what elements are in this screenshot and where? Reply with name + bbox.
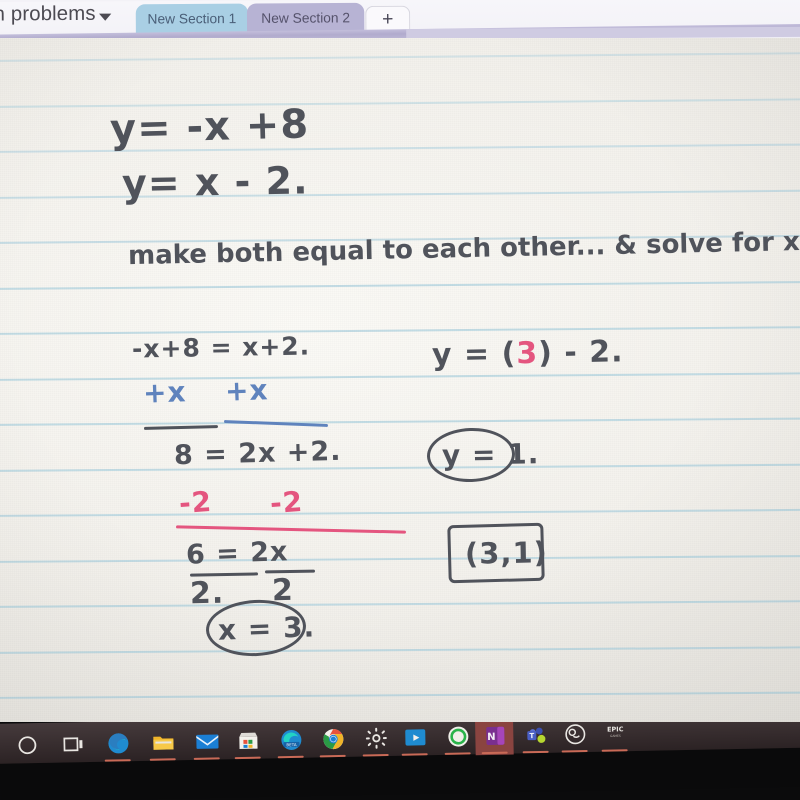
svg-text:T: T — [529, 732, 534, 740]
svg-text:BETA: BETA — [286, 742, 297, 747]
media-player-icon[interactable] — [402, 724, 429, 751]
notebook-page[interactable]: y= -x +8 y= x - 2. make both equal to ea… — [0, 38, 800, 724]
handwriting-instruction: make both equal to each other... & solve… — [127, 226, 800, 272]
screen: th problems New Section 1 New Section 2 … — [0, 0, 800, 800]
settings-gear-icon[interactable] — [363, 725, 390, 752]
handwriting-subtract-line — [175, 525, 407, 534]
substitution-text: y = (3) - 2. — [431, 334, 624, 373]
handwriting-equation-2: y= x - 2. — [121, 158, 309, 206]
handwriting-answer-y: y = 1. — [441, 437, 540, 472]
chrome-inner: th problems New Section 1 New Section 2 … — [0, 0, 800, 40]
microsoft-store-icon[interactable] — [235, 728, 262, 755]
task-view-icon[interactable] — [60, 731, 87, 758]
onenote-icon[interactable]: N — [482, 723, 509, 750]
chevron-down-icon[interactable] — [99, 13, 112, 21]
handwriting-substitution-y: y = (3) - 2. — [432, 334, 624, 372]
file-explorer-icon[interactable] — [150, 729, 177, 756]
edge-beta-icon[interactable]: BETA — [278, 727, 305, 754]
handwriting-step-4-left: -2 — [177, 484, 214, 521]
ruled-line — [0, 645, 800, 654]
ruled-line — [0, 189, 800, 199]
mail-icon[interactable] — [194, 728, 221, 755]
ruled-line — [0, 326, 800, 335]
handwriting-step-2-right: +x — [224, 373, 270, 408]
handwriting-cancel-line-left — [143, 425, 219, 430]
handwriting-step-3: 8 = 2x +2. — [173, 435, 342, 472]
svg-text:N: N — [487, 732, 496, 743]
ruled-line — [0, 463, 800, 472]
handwriting-answer-x: x = 3. — [217, 610, 316, 647]
search-icon[interactable] — [14, 732, 41, 759]
handwriting-equation-1: y= -x +8 — [109, 101, 310, 153]
handwriting-final-point: (3,1) — [464, 535, 549, 571]
ruled-line — [0, 52, 800, 62]
ruled-line — [0, 371, 800, 381]
handwriting-step-2-left: +x — [142, 375, 188, 410]
desktop-area: BETA N T EPIC GAMES — [0, 722, 800, 800]
epic-games-icon[interactable]: EPIC GAMES — [602, 722, 629, 747]
chrome-icon[interactable] — [320, 726, 347, 753]
ruled-line — [0, 600, 800, 608]
ruled-line — [0, 417, 800, 426]
ruled-line — [0, 280, 800, 290]
edge-icon[interactable] — [105, 730, 132, 757]
ruled-line — [0, 691, 800, 699]
teams-icon[interactable]: T — [523, 722, 550, 748]
handwriting-step-5-denominator-left: 2. — [189, 575, 225, 612]
ruled-line — [0, 554, 800, 563]
obs-icon[interactable] — [562, 722, 589, 748]
handwriting-step-5-numerator: 6 = 2x — [185, 536, 289, 571]
notebook-title[interactable]: th problems — [0, 2, 96, 26]
spotify-icon[interactable] — [445, 723, 472, 750]
handwriting-step-4-right: -2 — [268, 484, 305, 521]
svg-text:EPIC: EPIC — [607, 725, 624, 733]
onenote-window-chrome: th problems New Section 1 New Section 2 … — [0, 0, 800, 40]
ruled-line — [0, 508, 800, 517]
handwriting-step-1: -x+8 = x+2. — [131, 331, 311, 364]
svg-text:GAMES: GAMES — [610, 734, 621, 738]
